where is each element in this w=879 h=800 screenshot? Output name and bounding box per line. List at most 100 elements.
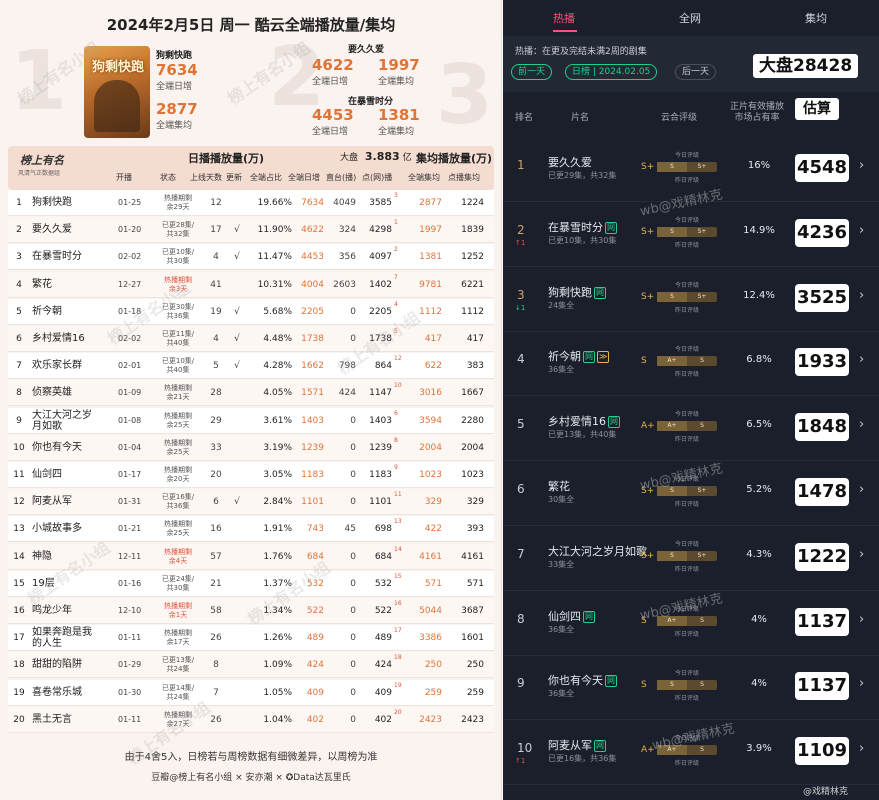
row-tv-daily: 45 <box>344 524 356 535</box>
chevron-right-icon[interactable]: › <box>859 741 864 756</box>
chevron-right-icon[interactable]: › <box>859 547 864 562</box>
row-total-avg: 9781 <box>419 279 442 290</box>
row-tv-daily: 0 <box>350 442 356 453</box>
ranking-list-item[interactable]: 9 你也有今天网 36集全 S 今日评级 S S 昨日评级 4% 1137 › <box>503 654 879 721</box>
table-row[interactable]: 7 欢乐家长群 02-01 已更10集/ 共40集 5 √ 4.28% 1662 798 864 1… <box>8 353 494 380</box>
market-label: 大盘 <box>340 153 359 163</box>
row-days-online: 58 <box>210 606 222 616</box>
row-net-avg: 3687 <box>461 606 484 616</box>
daily-group-header: 日播播放量(万) <box>188 152 265 165</box>
row-net-avg: 2004 <box>461 442 484 453</box>
table-row[interactable]: 5 祈今朝 01-18 已更30集/ 共36集 19 √ 5.68% 2205 0 2205 4 11… <box>8 298 494 325</box>
row-title: 黑土无言 <box>32 713 72 725</box>
grade-bar-track: S S+ <box>657 162 717 172</box>
grade-segment-today: S <box>700 746 704 754</box>
hero-third: 在暴雪时分 4453 全端日增 1381 全端集均 <box>312 94 420 137</box>
rank-change-indicator: ↑1 <box>515 757 526 766</box>
row-net-avg: 393 <box>466 524 484 535</box>
ranking-list-item[interactable]: 2 ↑1 在暴雪时分网已更10集，共30集 S+ 今日评级 S S+ 昨日评级 14.9% 423… <box>503 201 879 267</box>
row-status: 热播期剩 余25天 <box>164 411 192 429</box>
table-row[interactable]: 15 19层 01-16 已更24集/ 共30集 21 1.37% 532 0 532 15 571… <box>8 570 494 597</box>
table-row[interactable]: 16 鸣龙少年 12-10 热播期剩 余1天 58 1.34% 522 0 522 16 5044 3… <box>8 598 494 624</box>
row-tv-daily: 0 <box>350 687 356 698</box>
table-row[interactable]: 1 狗剩快跑 01-25 热播期剩 余29天 12 19.66% 7634 4049 3585 3… <box>8 190 494 216</box>
chevron-right-icon[interactable]: › <box>859 288 864 303</box>
row-total-avg: 3594 <box>419 415 442 426</box>
item-title-row: 仙剑四网 <box>548 608 595 624</box>
ranking-list-item[interactable]: 5 乡村爱情16 网已更13集，共40集 A+ 今日评级 A+ S 昨日评级 6.5% 1848 › <box>503 395 879 462</box>
item-market-share: 5.2% <box>746 484 772 495</box>
poster-image[interactable]: 狗剩快跑 <box>84 46 150 138</box>
tab-episode-avg[interactable]: 集均 <box>805 10 827 26</box>
table-row[interactable]: 18 甜甜的陷阱 01-29 已更13集/ 共24集 8 1.09% 424 0 424 18 25… <box>8 652 494 679</box>
row-net-rank: 14 <box>394 545 402 553</box>
table-row[interactable]: 13 小城故事多 01-21 热播期剩 余25天 16 1.91% 743 45 698 13 42… <box>8 516 494 543</box>
row-net-daily: 409 <box>374 687 392 698</box>
table-row[interactable]: 20 黑土无言 01-11 热播期剩 余27天 26 1.04% 402 0 402 20 2423… <box>8 706 494 733</box>
row-tv-daily: 324 <box>338 225 356 236</box>
row-premiere-date: 01-09 <box>118 388 142 398</box>
row-total-avg: 4161 <box>419 551 442 562</box>
table-row[interactable]: 8 侦察英雄 01-09 热播期剩 余21天 28 4.05% 1571 424 1147 10 3… <box>8 380 494 407</box>
table-row[interactable]: 11 仙剑四 01-17 热播期剩 余20天 20 3.05% 1183 0 1183 9 1023… <box>8 462 494 488</box>
grade-segment-today: S+ <box>697 227 707 235</box>
item-rank: 6 <box>517 482 525 496</box>
hero-second: 要久久爱 4622 全端日增 1997 全端集均 <box>312 42 420 87</box>
row-status: 已更30集/ 共36集 <box>161 302 195 320</box>
table-row[interactable]: 3 在暴雪时分 02-02 已更10集/ 共30集 4 √ 11.47% 4453 356 409… <box>8 244 494 271</box>
table-row[interactable]: 14 神隐 12-11 热播期剩 余4天 57 1.76% 684 0 684 14 4161 416… <box>8 543 494 570</box>
row-status: 热播期剩 余20天 <box>164 466 192 483</box>
row-rank: 8 <box>16 388 22 399</box>
table-row[interactable]: 12 阿麦从军 01-31 已更16集/ 共36集 6 √ 2.84% 1101 0 1101 11… <box>8 489 494 516</box>
chevron-right-icon[interactable]: › <box>859 417 864 432</box>
grade-segment-prev: S <box>657 291 687 302</box>
next-day-button[interactable]: 后一天 <box>675 64 717 80</box>
item-rank: 9 <box>517 676 525 691</box>
table-row[interactable]: 17 如果奔跑是我的人生 01-11 热播期剩 余17天 26 1.26% 489 0 489 1… <box>8 625 494 652</box>
row-tv-daily: 4049 <box>333 198 356 208</box>
table-row[interactable]: 19 喜卷常乐城 01-30 已更14集/ 共24集 7 1.05% 409 0 409 19 25… <box>8 679 494 706</box>
table-row[interactable]: 4 繁花 12-27 热播期剩 余3天 41 10.31% 4004 2603 1402 7 978… <box>8 271 494 298</box>
tab-hot[interactable]: 热播 <box>553 10 575 26</box>
row-premiere-date: 01-11 <box>118 714 142 724</box>
row-rank: 10 <box>13 442 25 453</box>
ranking-list-item[interactable]: 7 大江大河之岁月如歌 33集全 S+ 今日评级 S S+ 昨日评级 4.3% 1222 › <box>503 525 879 591</box>
prev-day-button[interactable]: 前一天 <box>511 64 553 80</box>
network-badge-icon: 网 <box>583 610 595 623</box>
table-row[interactable]: 9 大江大河之岁月如歌 01-08 热播期剩 余25天 29 3.61% 1403 0 1403… <box>8 407 494 434</box>
row-days-online: 17 <box>210 225 222 236</box>
row-rank: 18 <box>13 660 25 671</box>
table-row[interactable]: 2 要久久爱 01-20 已更28集/ 共32集 17 √ 11.90% 4622 324 429… <box>8 217 494 244</box>
item-title: 阿麦从军 <box>548 739 592 753</box>
hero-second-daily-label: 全端日增 <box>312 77 349 87</box>
item-grade: A+ <box>641 421 655 432</box>
row-title: 侦察英雄 <box>32 387 72 399</box>
table-row[interactable]: 10 你也有今天 01-04 热播期剩 余25天 33 3.19% 1239 0 1239 8 20… <box>8 434 494 461</box>
row-premiere-date: 01-11 <box>118 633 142 643</box>
ranking-list-item[interactable]: 3 ↓1 狗剩快跑网 24集全 S+ 今日评级 S S+ 昨日评级 12.4% 3525 › <box>503 266 879 332</box>
table-row[interactable]: 6 乡村爱情16 02-02 已更11集/ 共40集 4 √ 4.48% 1738 0 1738 5… <box>8 326 494 352</box>
item-rank: 5 <box>517 417 525 432</box>
chevron-right-icon[interactable]: › <box>859 352 864 367</box>
row-total-avg: 3386 <box>419 633 442 644</box>
item-grade: S+ <box>641 162 655 172</box>
day-rank-selector[interactable]: 日榜 | 2024.02.05 <box>565 64 658 80</box>
chevron-right-icon[interactable]: › <box>859 158 864 173</box>
row-rank: 15 <box>13 578 25 589</box>
today-grade-label: 今日评级 <box>674 670 699 678</box>
row-all-daily: 4004 <box>301 279 324 290</box>
row-tv-daily: 0 <box>350 578 356 589</box>
ranking-list-item[interactable]: 4 祈今朝网 ≫ 36集全 S 今日评级 A+ S 昨日评级 6.8% 1933 › <box>503 330 879 397</box>
row-title: 祈今朝 <box>32 305 62 317</box>
item-episode-info: 36集全 <box>548 689 575 699</box>
grade-segment-today: S <box>700 616 704 624</box>
chevron-right-icon[interactable]: › <box>859 482 864 497</box>
chevron-right-icon[interactable]: › <box>859 223 864 238</box>
row-title: 如果奔跑是我的人生 <box>32 627 92 650</box>
row-updated-mark: √ <box>234 225 240 236</box>
chevron-right-icon[interactable]: › <box>859 676 864 691</box>
chevron-right-icon[interactable]: › <box>859 612 864 627</box>
daily-ranking-panel: 2024年2月5日 周一 酷云全端播放量/集均 1 2 3 狗剩快跑 狗剩快跑 … <box>0 0 502 800</box>
tab-all-network[interactable]: 全网 <box>679 10 701 26</box>
grade-segment-prev: S <box>657 680 687 691</box>
